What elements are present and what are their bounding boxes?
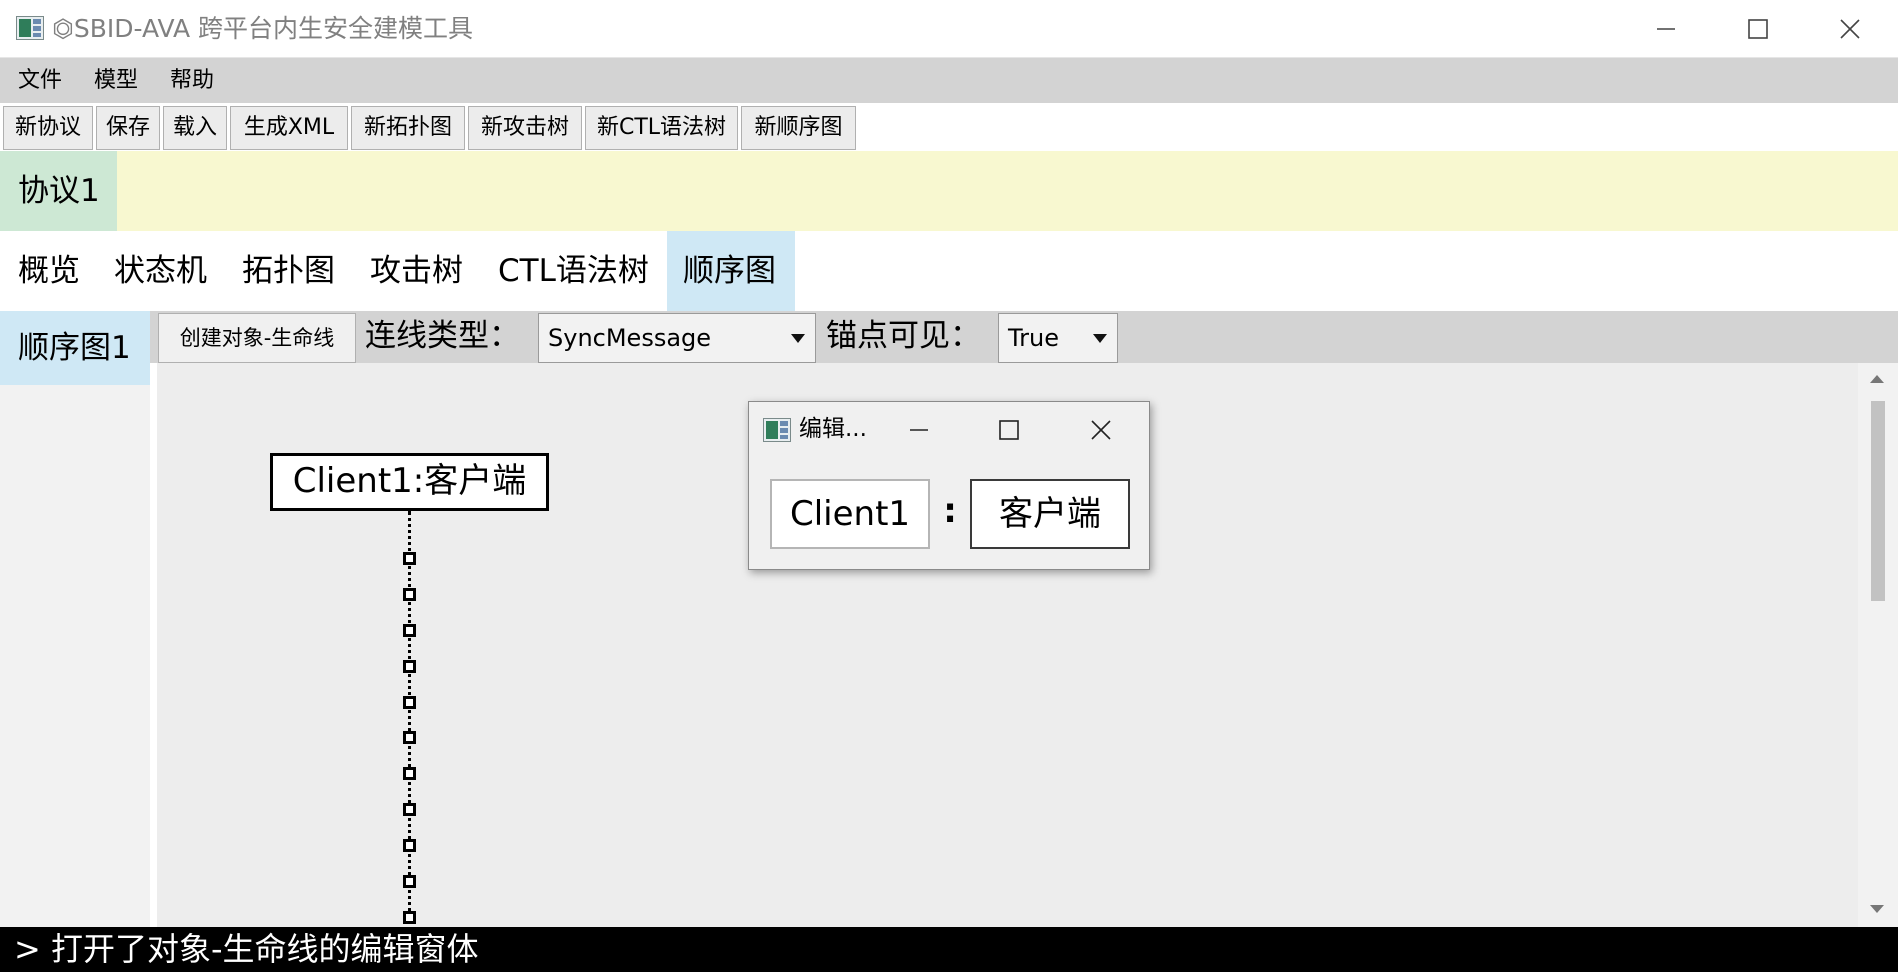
minimize-icon: [910, 429, 928, 431]
lifeline-anchor[interactable]: [403, 839, 416, 852]
sequence-tab-column: 顺序图1: [0, 311, 150, 927]
window-title: ⏣SBID-AVA 跨平台内生安全建模工具: [52, 14, 473, 43]
lifeline-anchor[interactable]: [403, 588, 416, 601]
object-type-input[interactable]: 客户端: [970, 479, 1130, 549]
view-tab-strip: 概览 状态机 拓扑图 攻击树 CTL语法树 顺序图: [0, 231, 1898, 311]
dialog-minimize-button[interactable]: [891, 408, 947, 452]
maximize-button[interactable]: [1712, 0, 1804, 58]
create-lifeline-button[interactable]: 创建对象-生命线: [158, 313, 356, 363]
anchor-visible-label: 锚点可见：: [826, 318, 981, 354]
chevron-down-icon: [791, 334, 805, 343]
status-bar: > 打开了对象-生命线的编辑窗体: [0, 927, 1898, 972]
load-button[interactable]: 载入: [163, 106, 227, 150]
maximize-icon: [999, 420, 1019, 440]
tab-topology[interactable]: 拓扑图: [242, 231, 335, 311]
lifeline-object[interactable]: Client1:客户端: [270, 453, 549, 511]
menu-bar: 文件 模型 帮助: [0, 58, 1898, 103]
object-name-input[interactable]: Client1: [770, 479, 930, 549]
app-icon: [763, 418, 791, 442]
lifeline-anchor[interactable]: [403, 552, 416, 565]
close-button[interactable]: [1804, 0, 1896, 58]
lifeline-anchor[interactable]: [403, 731, 416, 744]
link-type-select[interactable]: SyncMessage: [538, 313, 816, 363]
edit-dialog: 编辑... Client1 : 客户端: [748, 401, 1150, 570]
lifeline-anchor[interactable]: [403, 767, 416, 780]
dialog-maximize-button[interactable]: [981, 408, 1037, 452]
minimize-button[interactable]: [1620, 0, 1712, 58]
toolbar: 新协议 保存 载入 生成XML 新拓扑图 新攻击树 新CTL语法树 新顺序图: [0, 103, 1898, 151]
minimize-icon: [1657, 28, 1675, 30]
tab-protocol-1[interactable]: 协议1: [0, 151, 117, 231]
dialog-title: 编辑...: [799, 416, 867, 442]
tab-sequence[interactable]: 顺序图: [683, 231, 776, 311]
save-button[interactable]: 保存: [96, 106, 160, 150]
close-icon: [1840, 19, 1860, 39]
link-type-label: 连线类型：: [365, 318, 520, 354]
tab-overview[interactable]: 概览: [18, 231, 80, 311]
new-sequence-button[interactable]: 新顺序图: [741, 106, 856, 150]
name-type-separator: :: [943, 491, 957, 531]
new-attack-tree-button[interactable]: 新攻击树: [468, 106, 582, 150]
scroll-down-icon[interactable]: [1870, 905, 1884, 913]
lifeline-anchor[interactable]: [403, 696, 416, 709]
lifeline-anchor[interactable]: [403, 875, 416, 888]
anchor-visible-select[interactable]: True: [998, 313, 1118, 363]
title-bar: ⏣SBID-AVA 跨平台内生安全建模工具: [0, 0, 1898, 58]
tab-sequence-1[interactable]: 顺序图1: [0, 311, 150, 385]
lifeline-anchor[interactable]: [403, 911, 416, 924]
menu-file[interactable]: 文件: [16, 58, 64, 103]
menu-help[interactable]: 帮助: [168, 58, 216, 103]
generate-xml-button[interactable]: 生成XML: [230, 106, 348, 150]
scrollbar-thumb[interactable]: [1871, 401, 1885, 601]
dialog-close-button[interactable]: [1073, 408, 1129, 452]
maximize-icon: [1748, 19, 1768, 39]
lifeline-dotted-line: [408, 511, 411, 931]
anchor-visible-value: True: [1008, 324, 1059, 352]
new-protocol-button[interactable]: 新协议: [3, 106, 93, 150]
lifeline-anchor[interactable]: [403, 660, 416, 673]
tab-attack-tree[interactable]: 攻击树: [370, 231, 463, 311]
close-icon: [1091, 420, 1111, 440]
new-topology-button[interactable]: 新拓扑图: [351, 106, 465, 150]
app-icon: [16, 16, 44, 40]
lifeline-anchor[interactable]: [403, 624, 416, 637]
tab-ctl-tree[interactable]: CTL语法树: [498, 231, 649, 311]
scroll-up-icon[interactable]: [1870, 375, 1884, 383]
sequence-toolbar: 创建对象-生命线 连线类型： SyncMessage 锚点可见： True: [150, 311, 1898, 363]
protocol-tab-strip: 协议1: [0, 151, 1898, 231]
lifeline-anchor[interactable]: [403, 803, 416, 816]
new-ctl-tree-button[interactable]: 新CTL语法树: [585, 106, 738, 150]
menu-model[interactable]: 模型: [92, 58, 140, 103]
vertical-scrollbar[interactable]: [1858, 363, 1898, 927]
chevron-down-icon: [1093, 334, 1107, 343]
tab-state-machine[interactable]: 状态机: [114, 231, 207, 311]
link-type-value: SyncMessage: [548, 324, 712, 352]
